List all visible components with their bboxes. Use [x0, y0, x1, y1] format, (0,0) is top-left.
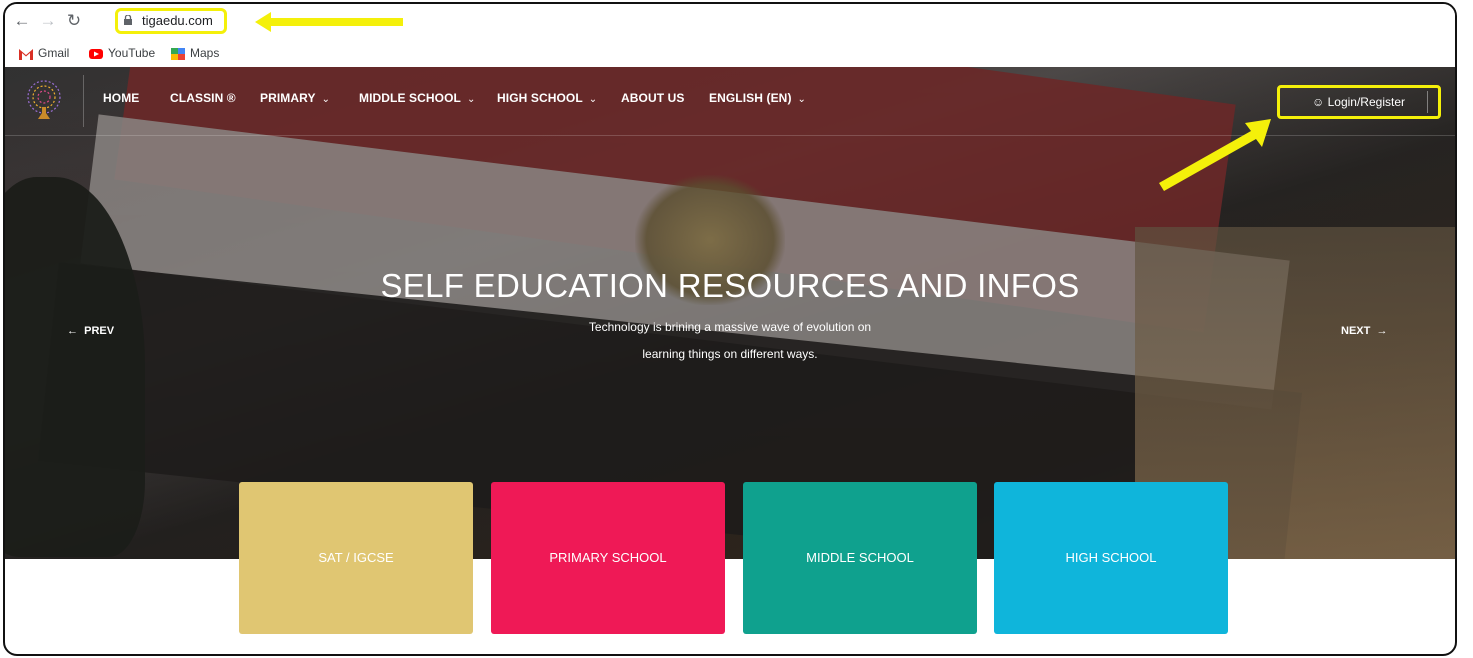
hero-title: SELF EDUCATION RESOURCES AND INFOS: [380, 267, 1080, 304]
bookmark-label: Maps: [190, 46, 220, 60]
card-high-school[interactable]: HIGH SCHOOL: [994, 482, 1228, 634]
bookmark-youtube[interactable]: YouTube: [89, 44, 155, 62]
nav-item-middle-school[interactable]: MIDDLE SCHOOL ⌄: [359, 91, 475, 105]
login-register-button[interactable]: ☺ Login/Register: [1277, 85, 1441, 119]
card-sat-igcse[interactable]: SAT / IGCSE: [239, 482, 473, 634]
bookmark-maps[interactable]: Maps: [171, 44, 219, 62]
card-label: SAT / IGCSE: [318, 550, 394, 565]
chevron-down-icon: ⌄: [466, 94, 476, 105]
card-primary-school[interactable]: PRIMARY SCHOOL: [491, 482, 725, 634]
card-label: HIGH SCHOOL: [1065, 550, 1157, 565]
maps-icon: [171, 47, 185, 60]
reload-icon[interactable]: ↻: [63, 10, 85, 32]
url-text: tigaedu.com: [142, 13, 213, 28]
card-label: MIDDLE SCHOOL: [806, 550, 914, 565]
nav-item-language[interactable]: ENGLISH (EN) ⌄: [709, 91, 806, 105]
prev-label: PREV: [84, 325, 115, 337]
hero-subtitle-line-1: Technology is brining a massive wave of …: [588, 320, 872, 334]
next-label: NEXT: [1341, 325, 1371, 337]
nav-item-primary[interactable]: PRIMARY ⌄: [260, 91, 330, 105]
chevron-down-icon: ⌄: [588, 94, 598, 105]
arrow-right-icon: →: [1370, 325, 1388, 337]
bookmarks-bar: Gmail YouTube Maps: [5, 40, 1455, 66]
back-arrow-icon[interactable]: ←: [11, 10, 33, 32]
login-label: Login/Register: [1327, 95, 1405, 109]
nav-item-classin[interactable]: CLASSIN ®: [170, 91, 236, 105]
chevron-down-icon: ⌄: [321, 94, 331, 105]
nav-label: MIDDLE SCHOOL: [359, 91, 461, 105]
bookmark-gmail[interactable]: Gmail: [19, 44, 69, 62]
gmail-icon: [19, 48, 33, 60]
site-logo[interactable]: [23, 79, 65, 123]
nav-label: PRIMARY: [260, 91, 316, 105]
card-middle-school[interactable]: MIDDLE SCHOOL: [743, 482, 977, 634]
prev-slide-button[interactable]: ← PREV: [67, 325, 114, 337]
nav-divider: [83, 75, 84, 127]
forward-arrow-icon[interactable]: →: [37, 10, 59, 32]
chevron-down-icon: ⌄: [797, 94, 807, 105]
arrow-left-icon: ←: [67, 325, 85, 337]
lock-icon: [124, 15, 132, 25]
nav-label: ABOUT US: [621, 91, 685, 105]
nav-label: HIGH SCHOOL: [497, 91, 583, 105]
browser-window: ← → ↻ tigaedu.com ⚿ ⌕ ⇪ ☆ ✱ ◧ Gmail: [3, 2, 1457, 656]
browser-toolbar: ← → ↻ tigaedu.com ⚿ ⌕ ⇪ ☆ ✱ ◧: [5, 4, 1455, 40]
nav-label: CLASSIN ®: [170, 91, 236, 105]
address-bar[interactable]: tigaedu.com: [115, 8, 227, 34]
nav-item-about-us[interactable]: ABOUT US: [621, 91, 684, 105]
nav-label: HOME: [103, 91, 140, 105]
annotation-arrow-icon: [255, 12, 403, 32]
nav-item-home[interactable]: HOME: [103, 91, 139, 105]
card-label: PRIMARY SCHOOL: [549, 550, 667, 565]
bookmark-label: Gmail: [38, 46, 70, 60]
user-icon: ☺: [1312, 95, 1325, 109]
annotation-arrow-icon: [1159, 119, 1271, 191]
nav-label: ENGLISH (EN): [709, 91, 792, 105]
hero-section: HOME CLASSIN ® PRIMARY ⌄ MIDDLE SCHOOL ⌄ H…: [5, 67, 1455, 559]
youtube-icon: [89, 48, 103, 59]
nav-item-high-school[interactable]: HIGH SCHOOL ⌄: [497, 91, 597, 105]
next-slide-button[interactable]: NEXT →: [1341, 325, 1387, 337]
hero-subtitle-line-2: learning things on different ways.: [642, 347, 818, 361]
bookmark-label: YouTube: [108, 46, 156, 60]
